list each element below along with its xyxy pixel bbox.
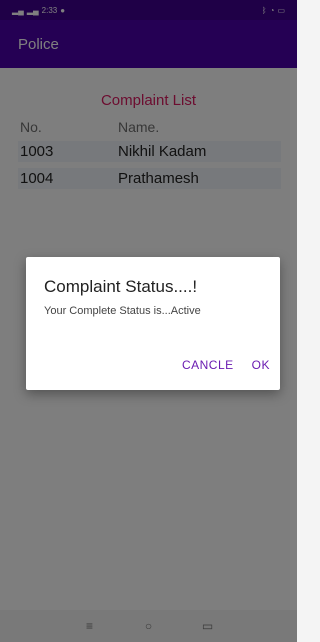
cancel-button[interactable]: CANCLE xyxy=(182,358,234,372)
ok-button[interactable]: OK xyxy=(252,358,270,372)
dialog-message: Your Complete Status is...Active xyxy=(44,305,201,317)
dialog-actions: CANCLE OK xyxy=(182,358,270,372)
complaint-status-dialog: Complaint Status....! Your Complete Stat… xyxy=(26,257,280,390)
screen: ▂▄ ▂▄ 2:33 ● ᛒ ◔ ▭ Police Complaint List… xyxy=(0,0,297,642)
dialog-title: Complaint Status....! xyxy=(44,277,198,296)
